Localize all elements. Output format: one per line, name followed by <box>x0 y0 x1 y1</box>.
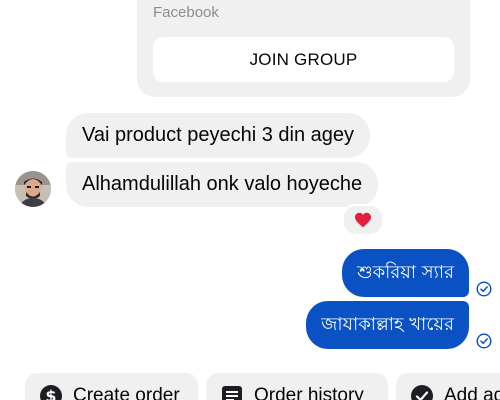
order-history-label: Order history <box>254 385 364 400</box>
avatar-photo <box>15 171 51 207</box>
check-icon <box>411 385 433 400</box>
reaction-badge[interactable] <box>342 204 384 236</box>
list-icon <box>222 386 242 400</box>
message-bubble-incoming[interactable]: Alhamdulillah onk valo hoyeche <box>66 162 379 207</box>
add-ad-button[interactable]: Add ad <box>396 373 500 400</box>
group-source-label: Facebook <box>153 4 219 21</box>
join-group-button[interactable]: JOIN GROUP <box>153 37 454 82</box>
avatar[interactable] <box>15 171 51 207</box>
message-bubble-incoming[interactable]: Vai product peyechi 3 din agey <box>66 113 371 158</box>
dollar-icon: $ <box>40 385 62 400</box>
svg-text:$: $ <box>45 387 56 400</box>
red-heart-icon <box>355 212 371 228</box>
shared-group-card[interactable]: Facebook JOIN GROUP <box>137 0 470 97</box>
order-history-button[interactable]: Order history <box>206 373 388 400</box>
sent-check-icon <box>476 281 492 297</box>
create-order-button[interactable]: $ Create order <box>25 373 198 400</box>
create-order-label: Create order <box>73 385 180 400</box>
chat-thread: Facebook JOIN GROUP Vai product peyechi … <box>0 0 500 400</box>
message-bubble-outgoing[interactable]: জাযাকাল্লাহ খায়ের <box>306 301 469 349</box>
add-ad-label: Add ad <box>444 385 500 400</box>
message-bubble-outgoing[interactable]: শুকরিয়া স্যার <box>342 249 469 297</box>
sent-check-icon <box>476 333 492 349</box>
